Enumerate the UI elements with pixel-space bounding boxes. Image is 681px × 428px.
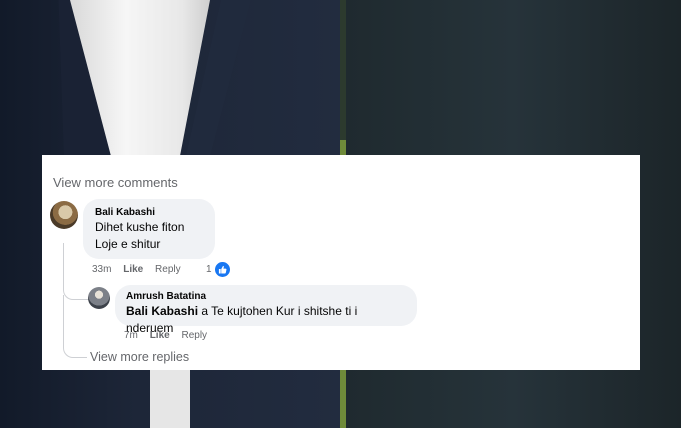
photo-shirt-bottom xyxy=(150,370,190,428)
like-button[interactable]: Like xyxy=(123,264,143,275)
comment-text-line: Loje e shitur xyxy=(95,237,161,251)
reply-time[interactable]: 7m xyxy=(124,330,138,341)
comment-author[interactable]: Bali Kabashi xyxy=(95,207,203,219)
reply-button[interactable]: Reply xyxy=(181,330,207,341)
comment-text-line: Dihet kushe fiton xyxy=(95,220,185,234)
reaction-summary[interactable]: 1 xyxy=(206,261,231,278)
reaction-count: 1 xyxy=(206,264,212,275)
view-more-comments-link[interactable]: View more comments xyxy=(53,175,178,190)
view-more-replies-link[interactable]: View more replies xyxy=(90,350,189,364)
comment-time[interactable]: 33m xyxy=(92,264,111,275)
thread-connector-replies xyxy=(63,295,87,358)
reply-meta: 7m Like Reply xyxy=(124,330,216,341)
avatar[interactable] xyxy=(50,201,78,229)
reply-button[interactable]: Reply xyxy=(155,264,181,275)
like-button[interactable]: Like xyxy=(150,330,170,341)
comment-meta: 33m Like Reply xyxy=(92,264,190,275)
avatar[interactable] xyxy=(88,287,110,309)
comments-panel: View more comments Bali Kabashi Dihet ku… xyxy=(42,155,640,370)
like-icon xyxy=(213,261,231,278)
comment-bubble: Bali Kabashi Dihet kushe fiton Loje e sh… xyxy=(83,199,215,259)
reply-author[interactable]: Amrush Batatina xyxy=(126,291,406,303)
mention-link[interactable]: Bali Kabashi xyxy=(126,304,198,318)
reply-bubble: Amrush Batatina Bali Kabashi a Te kujtoh… xyxy=(115,285,417,335)
